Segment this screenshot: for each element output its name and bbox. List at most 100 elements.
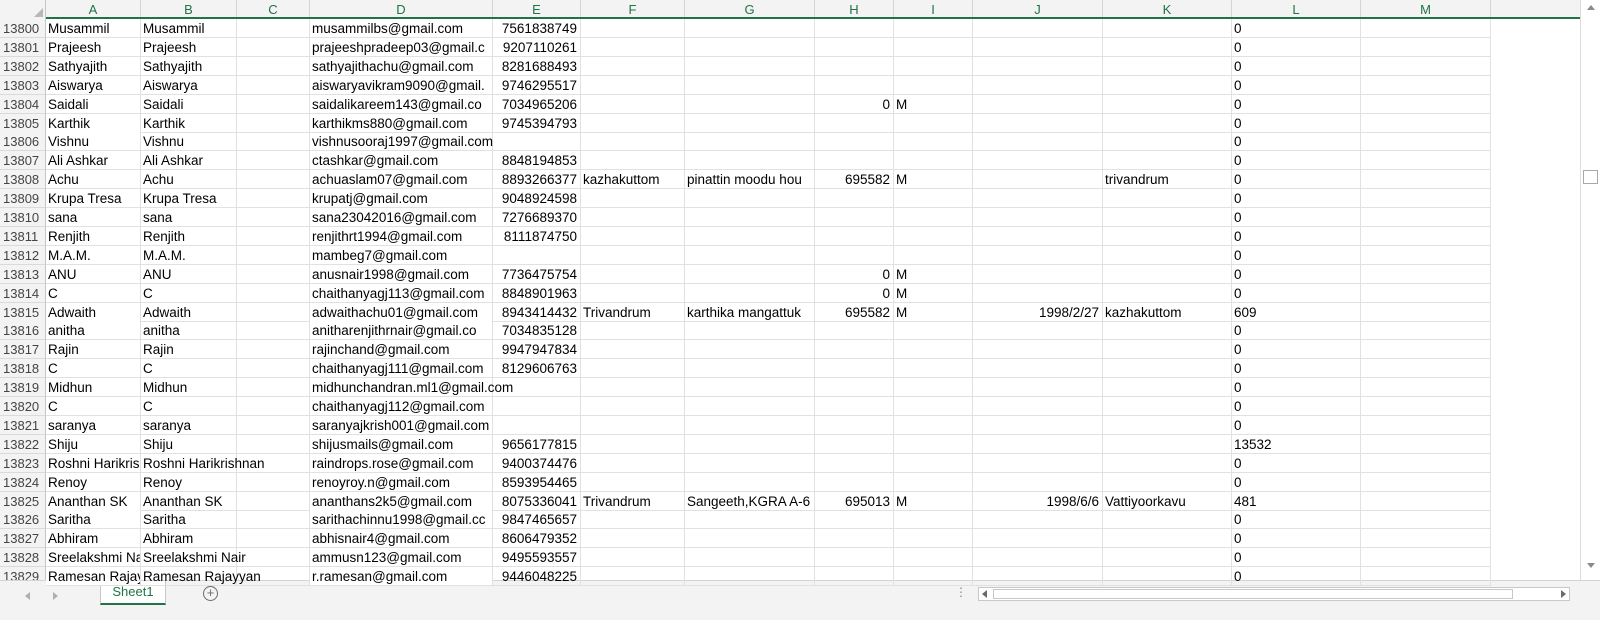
cell-f[interactable]: [581, 340, 685, 360]
row-header[interactable]: 13825: [0, 491, 46, 511]
cell-g[interactable]: [685, 472, 815, 492]
cell-e[interactable]: 8075336041: [493, 491, 581, 511]
row-header[interactable]: 13824: [0, 472, 46, 492]
cell-d[interactable]: renoyroy.n@gmail.com: [310, 472, 493, 492]
cell-a[interactable]: Musammil: [46, 19, 141, 38]
cell-a[interactable]: ANU: [46, 264, 141, 284]
scroll-down-arrow-icon[interactable]: [1587, 563, 1595, 568]
cell-k[interactable]: [1103, 434, 1232, 454]
row-header[interactable]: 13816: [0, 321, 46, 341]
cell-h[interactable]: [815, 151, 894, 171]
cell-i[interactable]: M: [894, 491, 973, 511]
cell-b[interactable]: Ananthan SK: [141, 491, 237, 511]
cell-a[interactable]: C: [46, 397, 141, 416]
cell-c[interactable]: [237, 378, 310, 398]
cell-k[interactable]: [1103, 245, 1232, 265]
cell-c[interactable]: [237, 208, 310, 227]
row-header[interactable]: 13818: [0, 359, 46, 379]
cell-j[interactable]: [973, 434, 1103, 454]
cell-b[interactable]: Renoy: [141, 472, 237, 492]
cell-d[interactable]: abhisnair4@gmail.com: [310, 529, 493, 549]
cell-m[interactable]: [1361, 529, 1491, 549]
cell-i[interactable]: [894, 510, 973, 530]
cell-f[interactable]: [581, 245, 685, 265]
cell-f[interactable]: [581, 94, 685, 114]
cell-j[interactable]: [973, 245, 1103, 265]
cell-g[interactable]: [685, 378, 815, 398]
cell-l[interactable]: 0: [1232, 245, 1361, 265]
cell-g[interactable]: [685, 397, 815, 416]
cell-i[interactable]: M: [894, 94, 973, 114]
cell-m[interactable]: [1361, 170, 1491, 190]
cell-h[interactable]: [815, 359, 894, 379]
cell-e[interactable]: [493, 245, 581, 265]
select-all-corner[interactable]: [0, 0, 46, 19]
cell-h[interactable]: [815, 208, 894, 227]
cell-d[interactable]: krupatj@gmail.com: [310, 189, 493, 209]
cell-j[interactable]: [973, 189, 1103, 209]
cell-f[interactable]: [581, 226, 685, 246]
cell-m[interactable]: [1361, 37, 1491, 57]
cell-e[interactable]: 7736475754: [493, 264, 581, 284]
cell-d[interactable]: vishnusooraj1997@gmail.com: [310, 132, 493, 152]
cell-k[interactable]: [1103, 226, 1232, 246]
cell-c[interactable]: [237, 56, 310, 76]
row-header[interactable]: 13820: [0, 397, 46, 416]
cell-l[interactable]: 0: [1232, 472, 1361, 492]
cell-c[interactable]: [237, 340, 310, 360]
row-header[interactable]: 13823: [0, 453, 46, 473]
cell-j[interactable]: [973, 397, 1103, 416]
cell-b[interactable]: C: [141, 397, 237, 416]
cell-b[interactable]: C: [141, 359, 237, 379]
cell-d[interactable]: raindrops.rose@gmail.com: [310, 453, 493, 473]
cell-j[interactable]: [973, 170, 1103, 190]
cell-i[interactable]: [894, 397, 973, 416]
cell-m[interactable]: [1361, 415, 1491, 435]
cell-d[interactable]: mambeg7@gmail.com: [310, 245, 493, 265]
cell-e[interactable]: 8893266377: [493, 170, 581, 190]
cell-h[interactable]: [815, 37, 894, 57]
cell-l[interactable]: 0: [1232, 132, 1361, 152]
cell-f[interactable]: [581, 397, 685, 416]
cell-i[interactable]: M: [894, 302, 973, 322]
cell-m[interactable]: [1361, 245, 1491, 265]
cell-l[interactable]: 0: [1232, 208, 1361, 227]
cell-i[interactable]: [894, 37, 973, 57]
cell-l[interactable]: 13532: [1232, 434, 1361, 454]
cell-a[interactable]: Ali Ashkar: [46, 151, 141, 171]
cell-b[interactable]: Saritha: [141, 510, 237, 530]
cell-f[interactable]: [581, 359, 685, 379]
row-header[interactable]: 13808: [0, 170, 46, 190]
cell-h[interactable]: [815, 567, 894, 587]
cell-k[interactable]: [1103, 453, 1232, 473]
cell-m[interactable]: [1361, 264, 1491, 284]
cell-i[interactable]: [894, 56, 973, 76]
cell-l[interactable]: 0: [1232, 378, 1361, 398]
cell-g[interactable]: [685, 453, 815, 473]
row-header[interactable]: 13802: [0, 56, 46, 76]
cell-f[interactable]: [581, 548, 685, 568]
cell-a[interactable]: Adwaith: [46, 302, 141, 322]
cell-m[interactable]: [1361, 397, 1491, 416]
cell-m[interactable]: [1361, 510, 1491, 530]
chevron-left-icon[interactable]: [25, 592, 30, 600]
cell-i[interactable]: [894, 472, 973, 492]
cell-i[interactable]: [894, 75, 973, 95]
cell-b[interactable]: Shiju: [141, 434, 237, 454]
cell-j[interactable]: [973, 321, 1103, 341]
cell-a[interactable]: Abhiram: [46, 529, 141, 549]
cell-f[interactable]: [581, 132, 685, 152]
cell-i[interactable]: M: [894, 264, 973, 284]
cell-i[interactable]: [894, 245, 973, 265]
row-header[interactable]: 13806: [0, 132, 46, 152]
cell-k[interactable]: [1103, 208, 1232, 227]
cell-b[interactable]: C: [141, 283, 237, 303]
cell-l[interactable]: 0: [1232, 264, 1361, 284]
cell-h[interactable]: [815, 453, 894, 473]
cell-h[interactable]: [815, 340, 894, 360]
cell-d[interactable]: anitharenjithrnair@gmail.co: [310, 321, 493, 341]
cell-c[interactable]: [237, 189, 310, 209]
cell-b[interactable]: Ramesan Rajayyan: [141, 567, 261, 587]
cell-g[interactable]: [685, 19, 815, 38]
cell-i[interactable]: [894, 378, 973, 398]
